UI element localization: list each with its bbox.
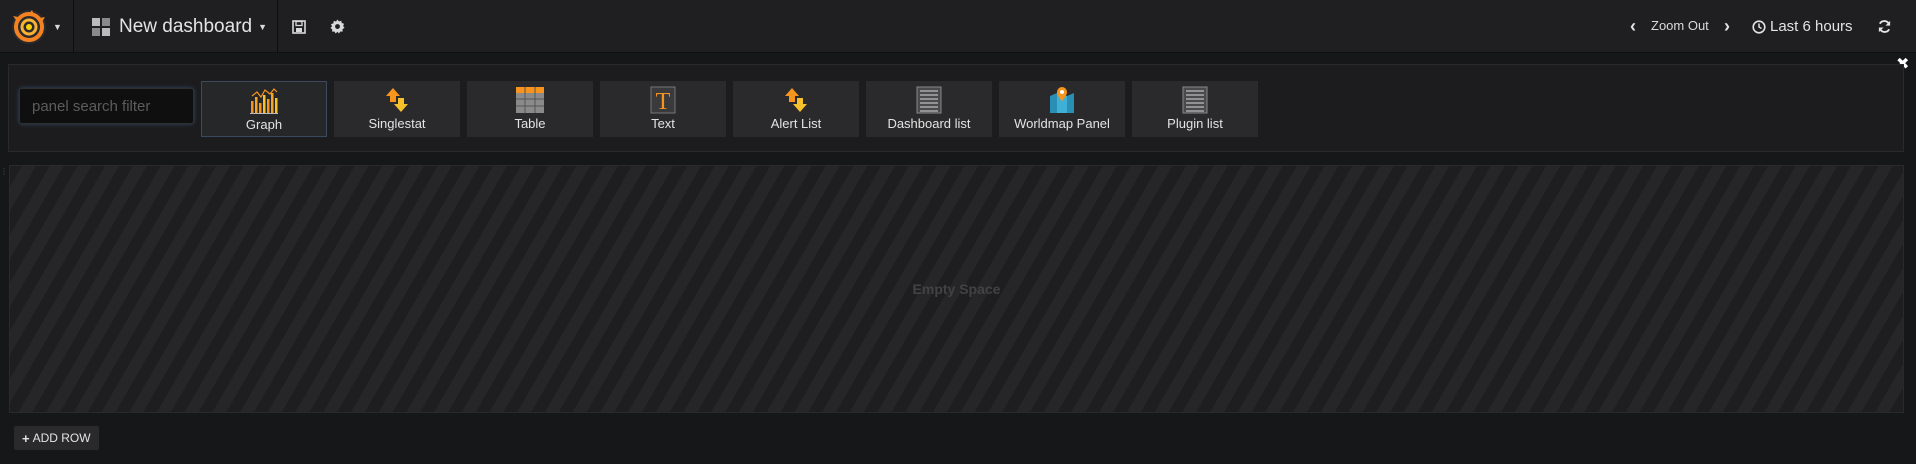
- dashboard-list-icon: [916, 86, 942, 114]
- graph-icon: [250, 88, 278, 114]
- chevron-down-icon: ▼: [53, 21, 62, 32]
- panel-card-label: Dashboard list: [887, 116, 971, 131]
- text-icon: T: [650, 86, 676, 114]
- svg-text:T: T: [656, 89, 671, 114]
- plus-icon: +: [22, 430, 30, 446]
- grafana-logo-icon: [12, 9, 46, 44]
- gear-icon: [329, 19, 345, 34]
- row-drag-handle[interactable]: ⋮: [0, 168, 8, 180]
- time-range-picker[interactable]: Last 6 hours: [1770, 18, 1853, 35]
- time-picker-clock[interactable]: [1750, 0, 1768, 53]
- panel-card-alert-list[interactable]: Alert List: [733, 81, 859, 137]
- empty-space-dropzone[interactable]: Empty Space: [9, 165, 1904, 413]
- worldmap-icon: [1050, 87, 1074, 113]
- settings-button[interactable]: [322, 0, 352, 53]
- panel-card-label: Graph: [245, 117, 283, 132]
- chevron-right-icon: ›: [1724, 16, 1730, 36]
- dashboard-title: New dashboard: [119, 15, 253, 37]
- panel-card-label: Singlestat: [368, 116, 426, 131]
- zoom-out-button[interactable]: Zoom Out: [1651, 18, 1709, 33]
- table-icon: [516, 87, 544, 113]
- singlestat-icon: [386, 88, 408, 112]
- empty-space-label: Empty Space: [912, 281, 1001, 297]
- chevron-down-icon: ▼: [258, 21, 268, 32]
- panel-card-plugin-list[interactable]: Plugin list: [1132, 81, 1258, 137]
- grafana-menu-button[interactable]: ▼: [0, 0, 74, 53]
- add-row-button[interactable]: + ADD ROW: [14, 426, 99, 450]
- top-navbar: ▼ New dashboard ▼ ‹ Zoom Out › Last 6 ho…: [0, 0, 1916, 53]
- plugin-list-icon: [1182, 86, 1208, 114]
- panel-search-input[interactable]: [19, 88, 194, 124]
- panel-card-table[interactable]: Table: [467, 81, 593, 137]
- panel-card-label: Plugin list: [1167, 116, 1223, 131]
- zoom-next-button[interactable]: ›: [1717, 0, 1737, 53]
- add-panel-picker: Graph Singlestat Table T Text: [8, 64, 1904, 152]
- alert-list-icon: [785, 88, 807, 112]
- panel-card-graph[interactable]: Graph: [201, 81, 327, 137]
- zoom-prev-button[interactable]: ‹: [1623, 0, 1643, 53]
- panel-card-singlestat[interactable]: Singlestat: [334, 81, 460, 137]
- add-row-label: ADD ROW: [32, 431, 91, 445]
- refresh-button[interactable]: [1872, 0, 1896, 53]
- panel-card-worldmap[interactable]: Worldmap Panel: [999, 81, 1125, 137]
- clock-icon: [1752, 19, 1766, 34]
- dashboard-picker[interactable]: New dashboard ▼: [75, 0, 278, 53]
- dashboard-grid-icon: [92, 17, 110, 36]
- panel-card-label: Worldmap Panel: [1014, 116, 1110, 131]
- panel-card-dashboard-list[interactable]: Dashboard list: [866, 81, 992, 137]
- save-button[interactable]: [284, 0, 314, 53]
- panel-card-text[interactable]: T Text: [600, 81, 726, 137]
- panel-card-label: Alert List: [770, 116, 822, 131]
- panel-card-label: Table: [514, 116, 546, 131]
- save-icon: [292, 19, 306, 34]
- chevron-left-icon: ‹: [1630, 16, 1636, 36]
- panel-card-label: Text: [651, 116, 675, 131]
- refresh-icon: [1878, 20, 1890, 33]
